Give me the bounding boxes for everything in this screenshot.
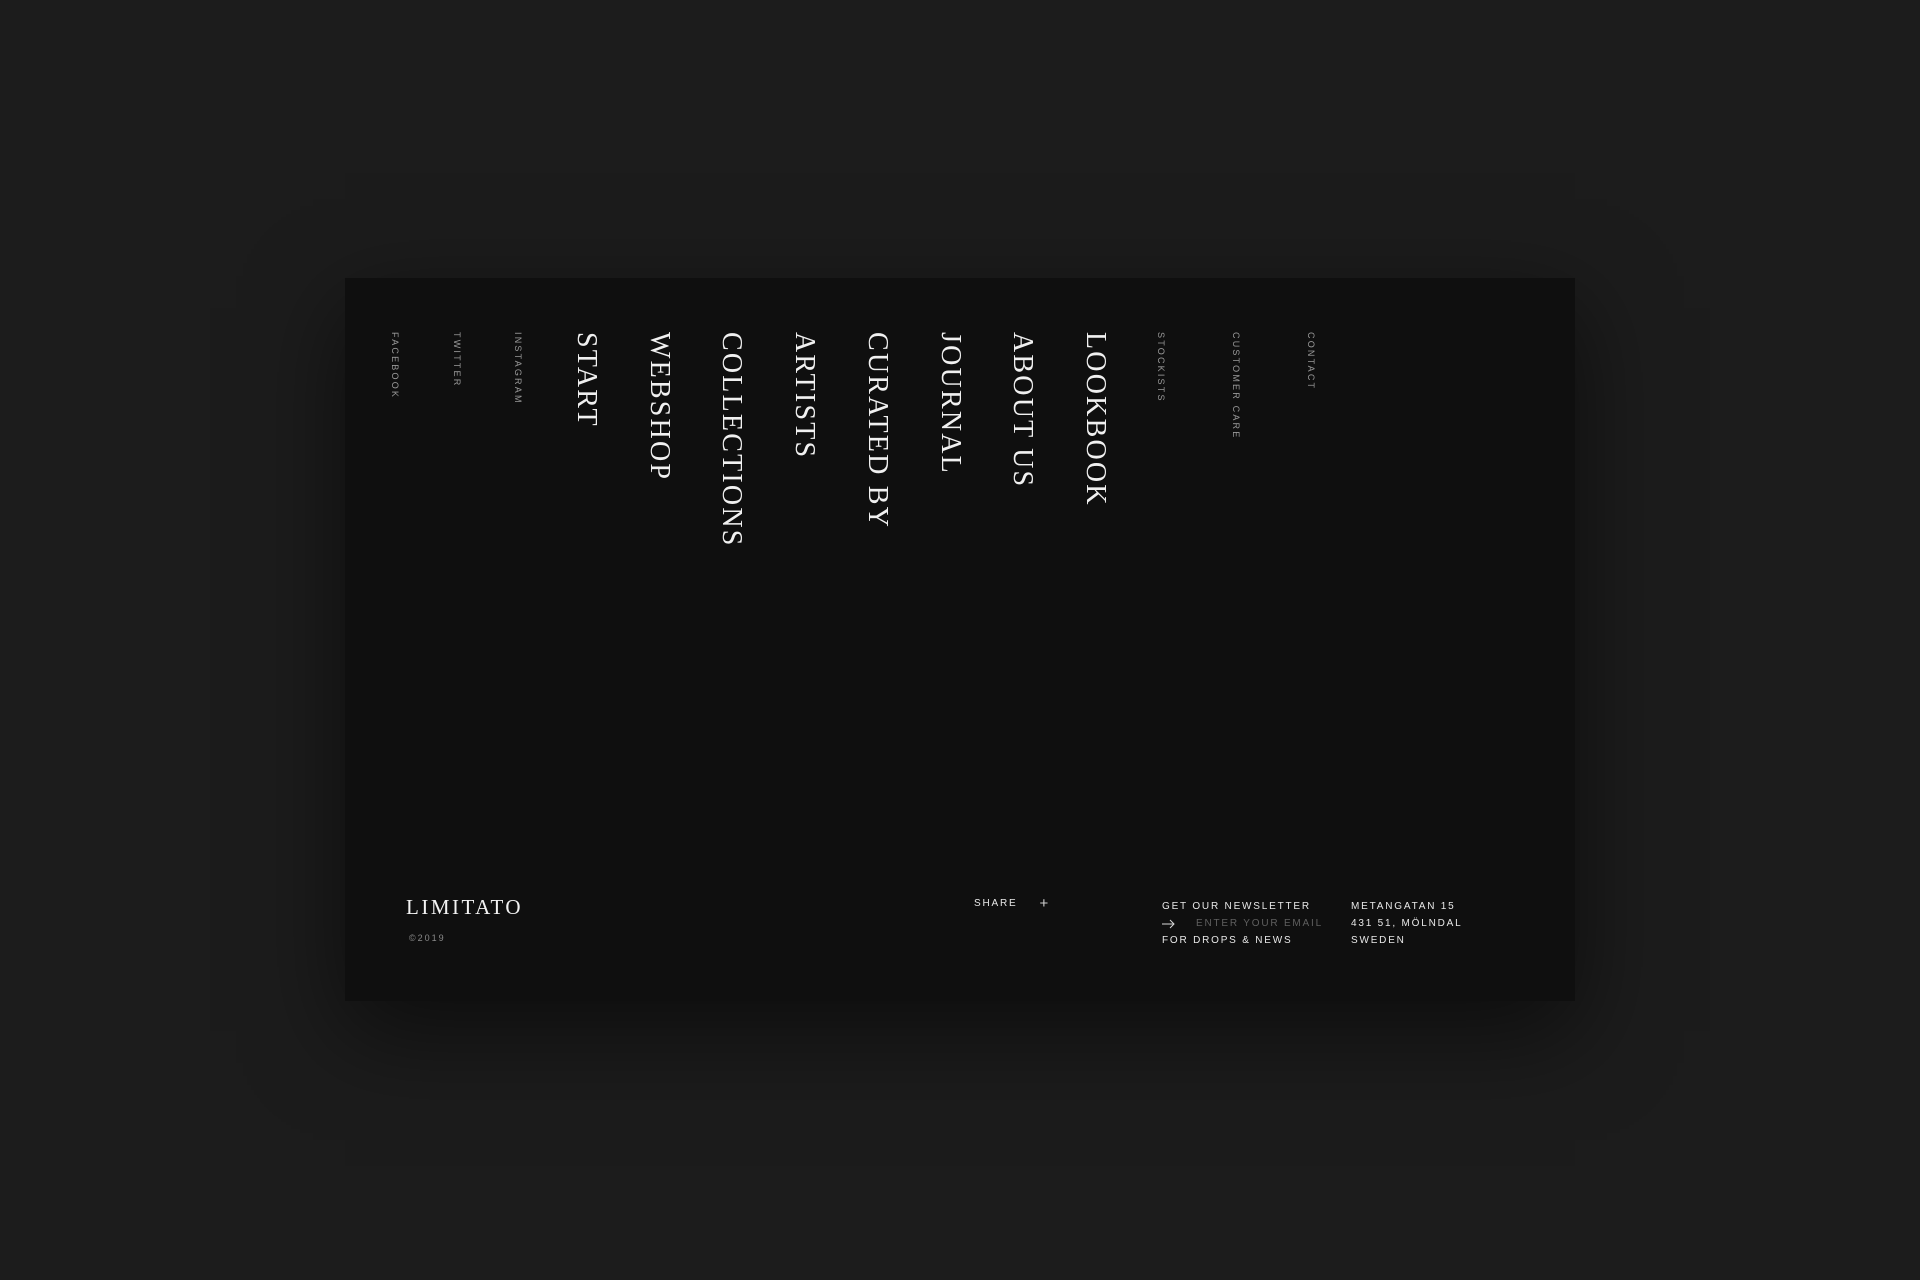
nav-about-us[interactable]: ABOUT US (1006, 332, 1038, 488)
nav-curated-by[interactable]: CURATED BY (861, 332, 893, 529)
facebook-link[interactable]: FACEBOOK (390, 332, 400, 399)
copyright: ©2019 (409, 933, 446, 943)
instagram-link[interactable]: INSTAGRAM (513, 332, 523, 405)
arrow-right-icon[interactable] (1162, 919, 1176, 929)
newsletter-subtitle: FOR DROPS & NEWS (1162, 935, 1293, 946)
nav-lookbook[interactable]: LOOKBOOK (1079, 332, 1111, 507)
nav-collections[interactable]: COLLECTIONS (715, 332, 747, 548)
address-line-city: 431 51, MÖLNDAL (1351, 918, 1463, 929)
email-input[interactable] (1196, 918, 1326, 929)
nav-start[interactable]: START (570, 332, 602, 428)
brand-logo[interactable]: LIMITATO (406, 895, 523, 920)
newsletter-input-row (1162, 915, 1326, 932)
address: METANGATAN 15 431 51, MÖLNDAL SWEDEN (1351, 898, 1463, 949)
contact-link[interactable]: CONTACT (1306, 332, 1316, 390)
menu-panel: FACEBOOK TWITTER INSTAGRAM START WEBSHOP… (345, 278, 1575, 1001)
customer-care-link[interactable]: CUSTOMER CARE (1231, 332, 1241, 439)
nav-journal[interactable]: JOURNAL (934, 332, 966, 475)
newsletter-title: GET OUR NEWSLETTER (1162, 901, 1311, 912)
nav-webshop[interactable]: WEBSHOP (643, 332, 675, 481)
stockists-link[interactable]: STOCKISTS (1156, 332, 1166, 403)
address-line-country: SWEDEN (1351, 935, 1406, 946)
nav-artists[interactable]: ARTISTS (788, 332, 820, 459)
address-line-street: METANGATAN 15 (1351, 901, 1456, 912)
plus-icon: + (1039, 894, 1051, 912)
newsletter-form: GET OUR NEWSLETTER FOR DROPS & NEWS (1162, 898, 1326, 949)
share-label: SHARE (974, 898, 1018, 909)
share-button[interactable]: SHARE + (974, 894, 1051, 912)
twitter-link[interactable]: TWITTER (452, 332, 462, 387)
